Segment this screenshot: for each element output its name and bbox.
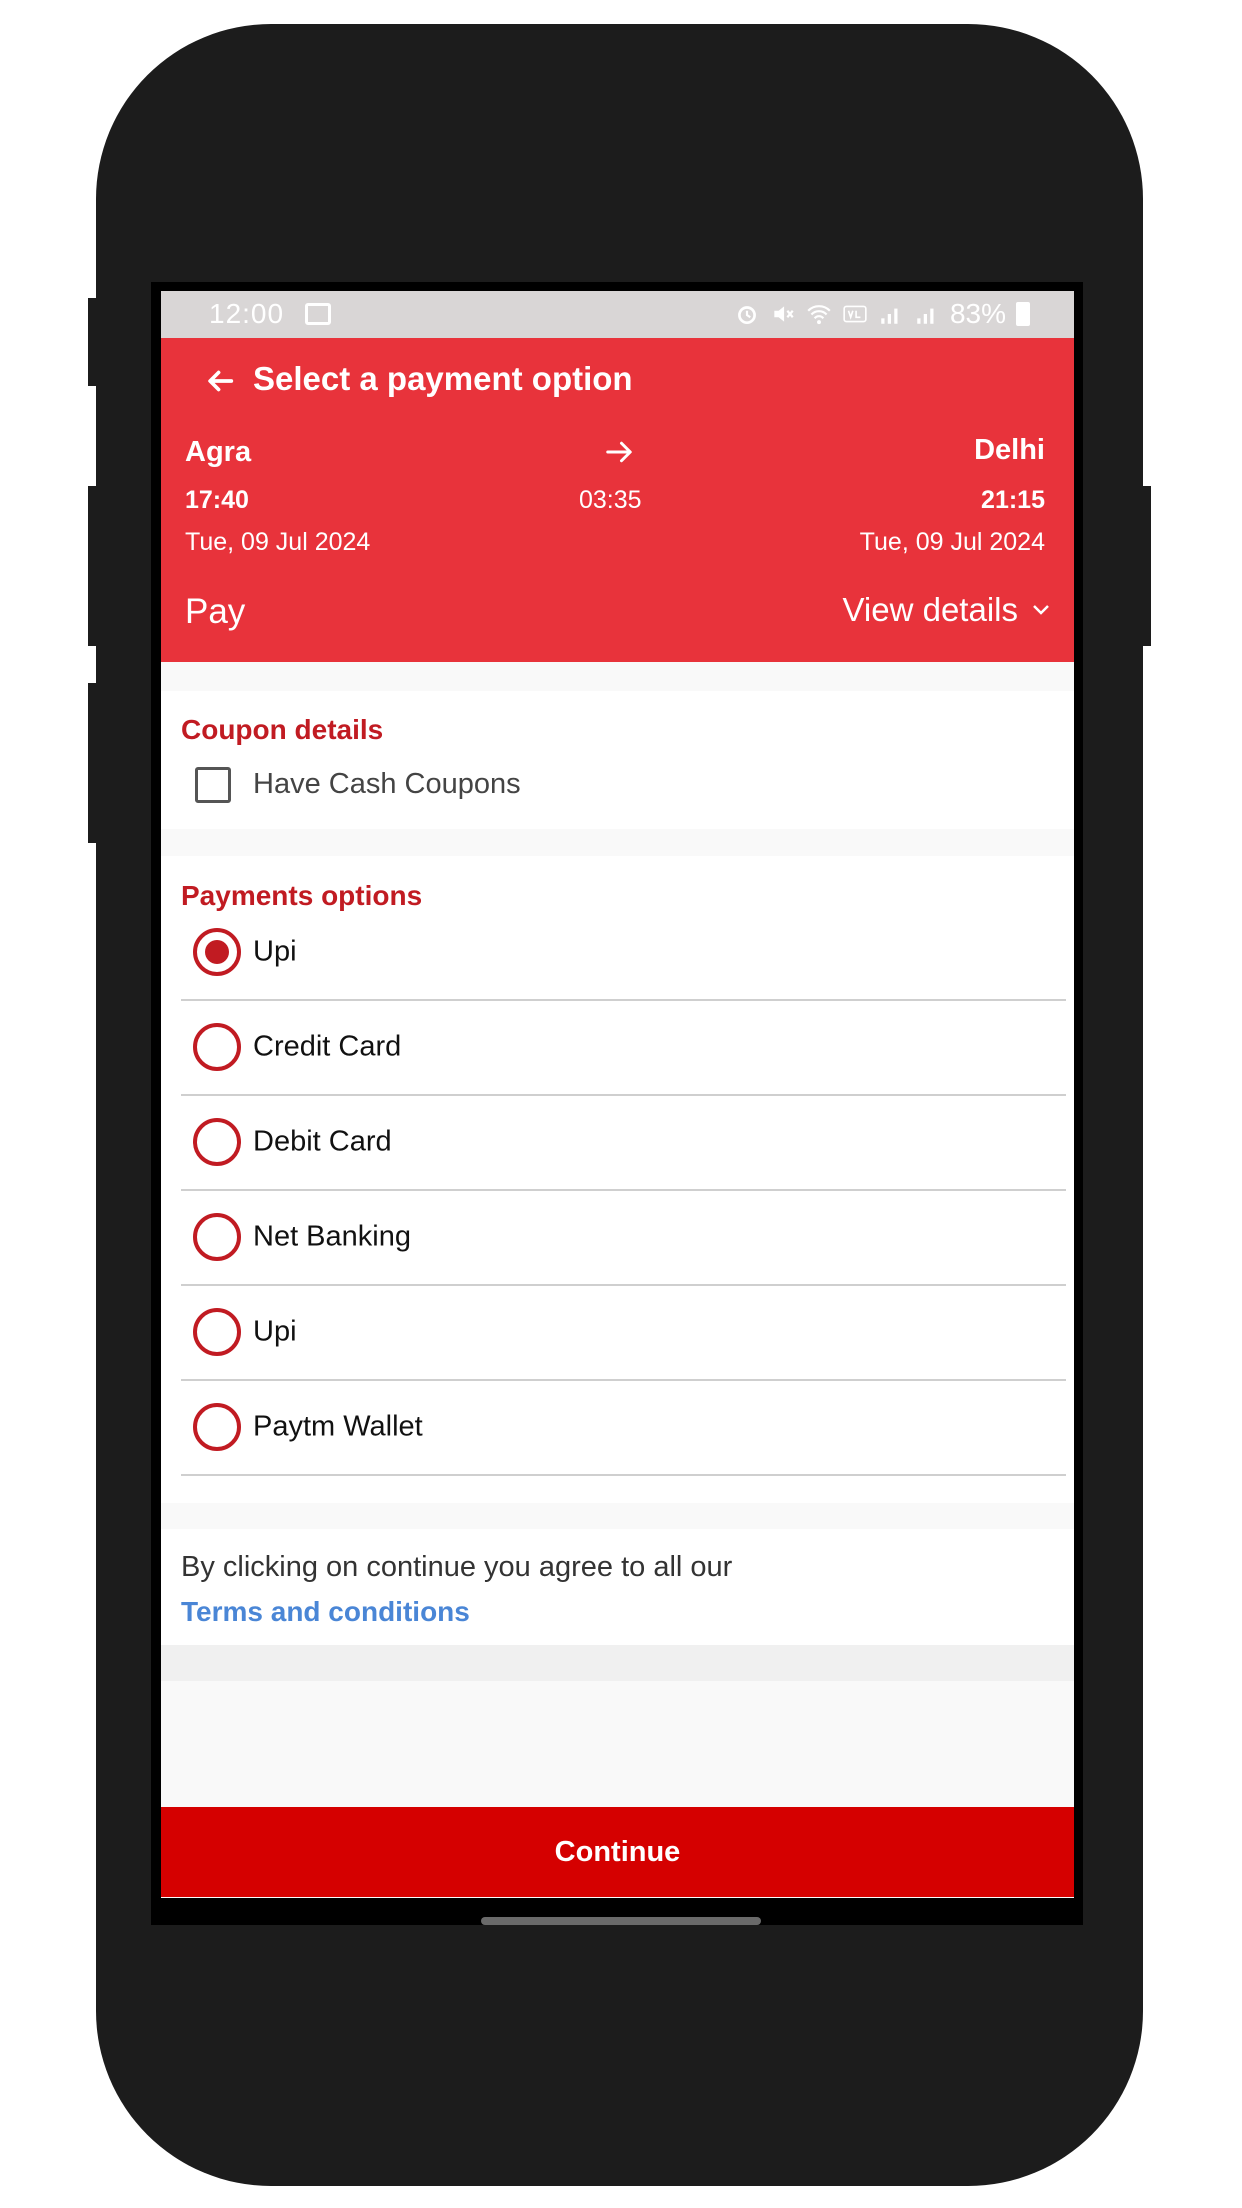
coupon-section-title: Coupon details [181,714,384,745]
wifi-icon [807,305,831,325]
back-arrow-icon[interactable] [203,364,237,398]
mute-icon [774,306,794,322]
departure-time: 17:40 [185,486,249,514]
pay-label: Pay [185,592,246,631]
radio-button-selected[interactable] [193,927,241,976]
status-bar: 12:00 83% [161,291,1074,338]
payment-option-net-banking[interactable]: Net Banking [181,1189,1066,1286]
terms-text: By clicking on continue you agree to all… [181,1551,733,1583]
payment-option-upi[interactable]: Upi [181,904,1066,1001]
right-arrow-icon [606,441,632,463]
payment-option-label: Debit Card [253,1125,392,1157]
image-icon [305,303,331,325]
terms-section: By clicking on continue you agree to all… [161,1529,1074,1645]
arrival-time: 21:15 [981,486,1045,514]
payment-option-debit-card[interactable]: Debit Card [181,1094,1066,1191]
signal-icon [881,308,898,324]
app-screen: 12:00 83% Select a payment option Agra D… [161,291,1074,1898]
departure-date: Tue, 09 Jul 2024 [185,528,371,556]
status-time: 12:00 [209,298,285,329]
radio-button[interactable] [193,1307,241,1356]
terms-link[interactable]: Terms and conditions [181,1596,470,1628]
payment-option-label: Credit Card [253,1030,402,1062]
payment-option-credit-card[interactable]: Credit Card [181,999,1066,1096]
cash-coupon-label[interactable]: Have Cash Coupons [253,768,521,801]
battery-percent: 83% [949,298,1006,329]
status-icons: 83% [734,298,1030,330]
arrival-date: Tue, 09 Jul 2024 [859,528,1045,556]
payment-option-paytm-wallet[interactable]: Paytm Wallet [181,1379,1066,1476]
trip-header: Select a payment option Agra Delhi 17:40… [161,338,1074,662]
phone-side-button [88,683,98,843]
payment-option-label: Upi [253,1315,297,1347]
payments-section: Payments options Upi Credit Card Debit C… [161,856,1074,1503]
view-details-button[interactable]: View details [843,591,1051,629]
radio-button[interactable] [193,1117,241,1166]
radio-button[interactable] [193,1402,241,1451]
radio-button[interactable] [193,1022,241,1071]
phone-side-button [88,486,98,646]
battery-icon [1016,302,1030,326]
volte-icon [843,305,867,323]
payment-option-label: Upi [253,935,297,967]
payment-option-label: Paytm Wallet [253,1410,423,1442]
phone-side-button [88,298,98,386]
trip-duration: 03:35 [579,486,642,514]
origin-city: Agra [185,436,252,468]
payment-option-upi-2[interactable]: Upi [181,1284,1066,1381]
coupon-section: Coupon details Have Cash Coupons [161,691,1074,829]
chevron-down-icon [1033,605,1049,615]
alarm-icon [738,306,756,325]
radio-button[interactable] [193,1212,241,1261]
continue-button[interactable]: Continue [161,1807,1074,1897]
page-title: Select a payment option [253,360,633,397]
payment-option-label: Net Banking [253,1220,411,1252]
section-divider [161,1645,1074,1681]
home-indicator[interactable] [481,1917,761,1925]
destination-city: Delhi [974,434,1045,466]
phone-side-button [1141,486,1151,646]
cash-coupon-checkbox[interactable] [195,767,231,803]
view-details-label: View details [842,591,1019,628]
signal-icon [917,308,934,324]
